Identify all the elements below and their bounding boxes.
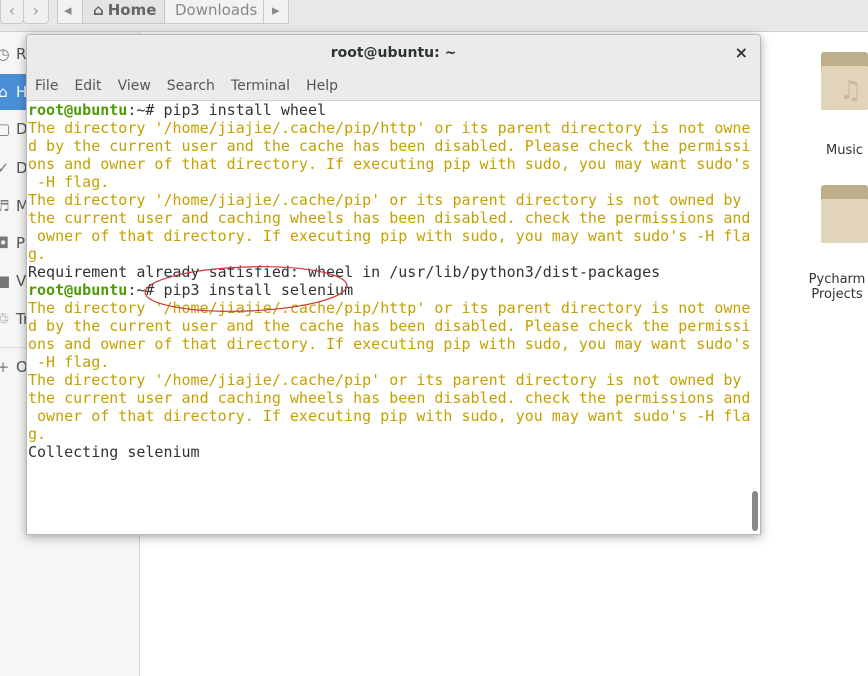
menu-search[interactable]: Search <box>167 78 215 94</box>
command-line: root@ubuntu:~# pip3 install wheel <box>28 101 752 119</box>
folder-music-label: Music <box>826 143 863 158</box>
music-note-icon: ♫ <box>839 76 863 106</box>
warning-line: -H flag. <box>28 173 110 191</box>
command-text: pip3 install selenium <box>163 281 354 299</box>
terminal-titlebar[interactable]: root@ubuntu: ~ × <box>27 35 760 71</box>
command-line: root@ubuntu:~# pip3 install selenium <box>28 281 752 299</box>
files-header-bar: ‹ › ◂ ⌂ Home Downloads ▸ <box>0 0 868 32</box>
camera-icon: ◘ <box>0 234 9 252</box>
breadcrumb-home-label: Home <box>107 1 157 19</box>
output-line: Collecting selenium <box>28 443 200 461</box>
home-icon: ⌂ <box>0 83 8 101</box>
warning-line: owner of that directory. If executing pi… <box>28 227 751 245</box>
prompt-user: root@ubuntu <box>28 101 128 119</box>
menu-help[interactable]: Help <box>306 78 338 94</box>
output-line: Requirement already satisfied: wheel in … <box>28 263 661 281</box>
menu-terminal[interactable]: Terminal <box>231 78 290 94</box>
back-button[interactable]: ‹ <box>0 0 24 24</box>
prompt-suffix: :~# <box>127 101 164 119</box>
warning-line: d by the current user and the cache has … <box>28 137 751 155</box>
warning-line: The directory '/home/jiajie/.cache/pip/h… <box>28 299 751 317</box>
prompt-suffix: :~# <box>127 281 164 299</box>
breadcrumb-home[interactable]: ⌂ Home <box>82 0 168 24</box>
warning-line: d by the current user and the cache has … <box>28 317 751 335</box>
folder-music[interactable]: ♫ <box>821 52 868 110</box>
prompt-user: root@ubuntu <box>28 281 128 299</box>
terminal-title: root@ubuntu: ~ <box>330 45 457 61</box>
folder-pycharmprojects[interactable] <box>821 185 868 243</box>
warning-line: the current user and caching wheels has … <box>28 389 751 407</box>
menu-edit[interactable]: Edit <box>74 78 101 94</box>
terminal-output[interactable]: root@ubuntu:~# pip3 install wheel The dir… <box>28 101 752 533</box>
command-text: pip3 install wheel <box>163 101 327 119</box>
warning-line: g. <box>28 245 47 263</box>
warning-line: g. <box>28 425 47 443</box>
warning-line: The directory '/home/jiajie/.cache/pip' … <box>28 191 742 209</box>
menu-view[interactable]: View <box>118 78 151 94</box>
download-icon: ✓ <box>0 159 10 177</box>
warning-line: The directory '/home/jiajie/.cache/pip/h… <box>28 119 751 137</box>
forward-button[interactable]: › <box>23 0 49 24</box>
folder-pycharmprojects-label: PycharmProjects <box>808 272 866 302</box>
terminal-window[interactable]: root@ubuntu: ~ × File Edit View Search Termi… <box>26 34 761 535</box>
warning-line: ons and owner of that directory. If exec… <box>28 335 751 353</box>
warning-line: ons and owner of that directory. If exec… <box>28 155 751 173</box>
plus-icon: + <box>0 358 10 376</box>
breadcrumb-downloads[interactable]: Downloads <box>164 0 264 24</box>
breadcrumb-scroll-right[interactable]: ▸ <box>263 0 289 24</box>
video-icon: ■ <box>0 272 11 290</box>
warning-line: The directory '/home/jiajie/.cache/pip' … <box>28 371 742 389</box>
warning-line: the current user and caching wheels has … <box>28 209 751 227</box>
close-icon[interactable]: × <box>735 43 748 62</box>
warning-line: -H flag. <box>28 353 110 371</box>
menu-file[interactable]: File <box>35 78 58 94</box>
trash-icon: ♲ <box>0 310 10 328</box>
breadcrumb-scroll-left[interactable]: ◂ <box>57 0 83 24</box>
terminal-scrollbar[interactable] <box>752 491 758 531</box>
warning-line: owner of that directory. If executing pi… <box>28 407 751 425</box>
terminal-menubar: File Edit View Search Terminal Help <box>27 71 760 101</box>
music-icon: ♬ <box>0 197 10 215</box>
home-icon: ⌂ <box>93 1 104 19</box>
clock-icon: ◷ <box>0 45 10 63</box>
document-icon: ▢ <box>0 120 11 138</box>
